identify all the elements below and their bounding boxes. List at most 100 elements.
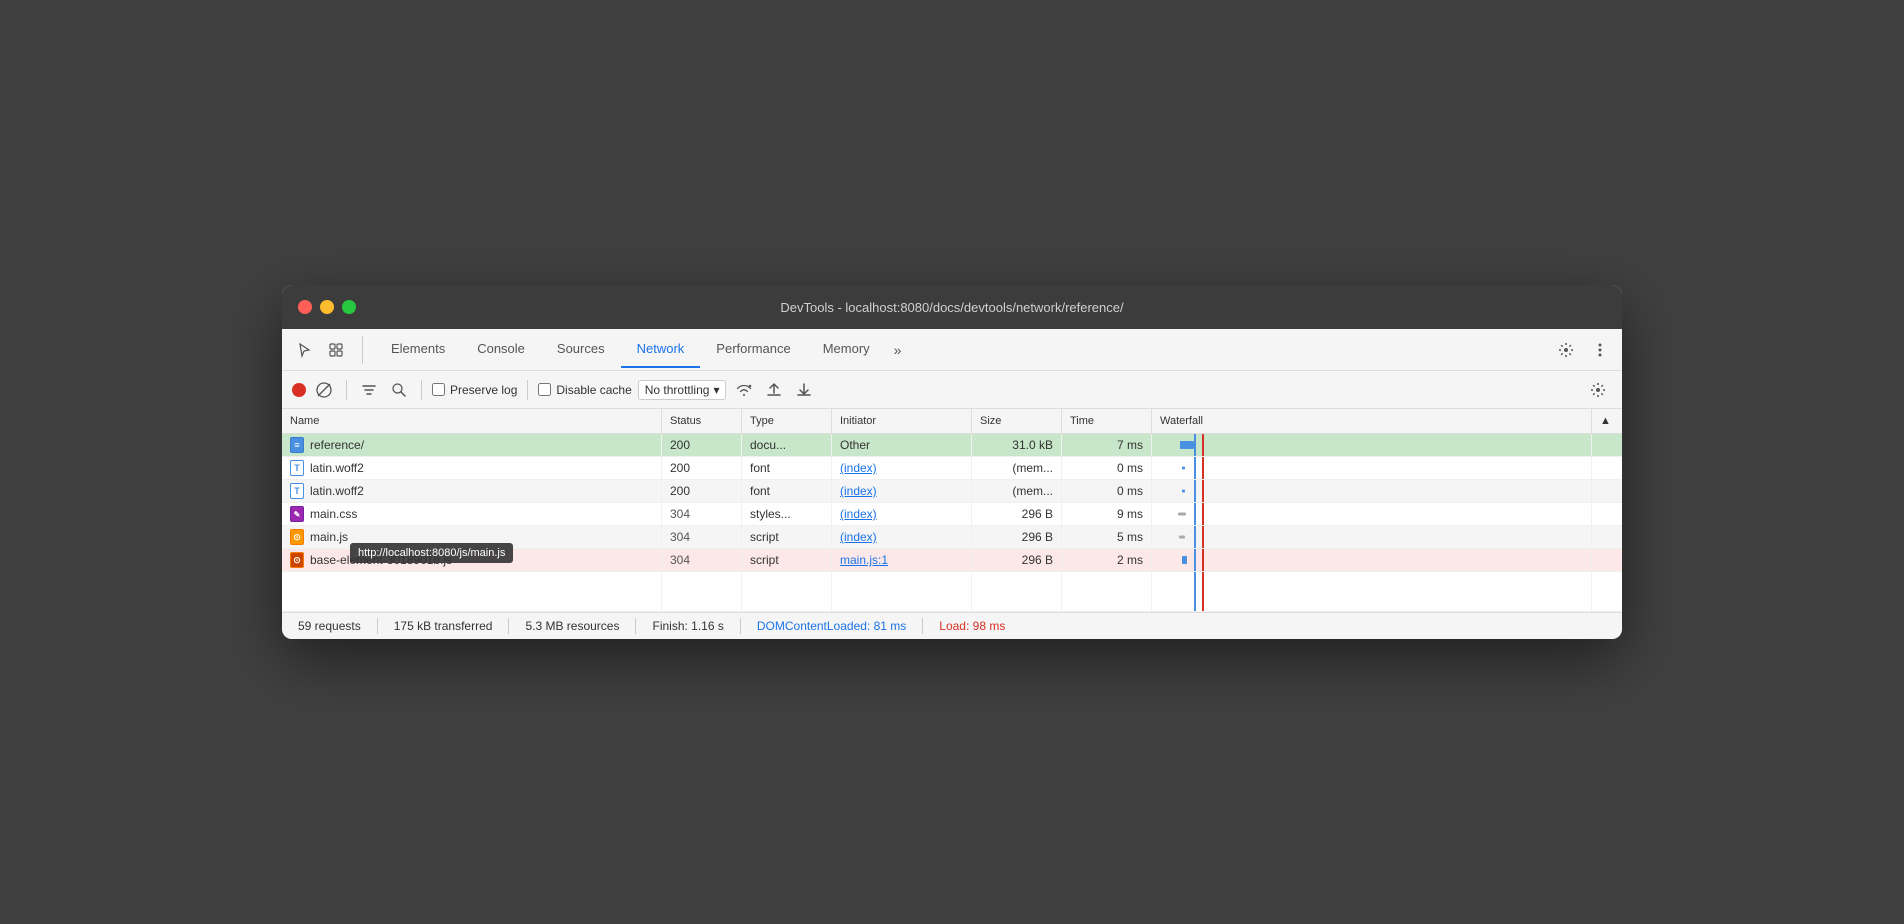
row-size: (mem...	[972, 457, 1062, 479]
tab-performance[interactable]: Performance	[700, 331, 806, 368]
tab-bar: Elements Console Sources Network Perform…	[282, 329, 1622, 371]
empty-cell	[832, 572, 972, 611]
transferred-size: 175 kB transferred	[394, 619, 493, 633]
row-initiator[interactable]: (index)	[832, 457, 972, 479]
tab-sources[interactable]: Sources	[541, 331, 621, 368]
table-header: Name Status Type Initiator Size Time Wat…	[282, 409, 1622, 434]
row-time: 0 ms	[1062, 480, 1152, 502]
col-sort[interactable]: ▲	[1592, 409, 1622, 433]
tab-network[interactable]: Network	[621, 331, 701, 368]
col-size[interactable]: Size	[972, 409, 1062, 433]
col-waterfall[interactable]: Waterfall	[1152, 409, 1592, 433]
waterfall-bar	[1182, 490, 1185, 493]
row-status: 304	[662, 526, 742, 548]
row-size: 296 B	[972, 549, 1062, 571]
cursor-icon[interactable]	[290, 336, 318, 364]
table-row[interactable]: ⊙ main.js http://localhost:8080/js/main.…	[282, 526, 1622, 549]
inspect-icon[interactable]	[322, 336, 350, 364]
download-icon[interactable]	[792, 378, 816, 402]
title-bar: DevTools - localhost:8080/docs/devtools/…	[282, 285, 1622, 329]
waterfall-vline-blue	[1194, 480, 1196, 502]
throttle-select[interactable]: No throttling ▾	[638, 380, 727, 400]
row-size: 296 B	[972, 526, 1062, 548]
table-row[interactable]: T latin.woff2 200 font (index) (mem... 0…	[282, 457, 1622, 480]
tool-icons	[290, 336, 363, 364]
col-time[interactable]: Time	[1062, 409, 1152, 433]
tab-memory[interactable]: Memory	[807, 331, 886, 368]
search-icon[interactable]	[387, 378, 411, 402]
waterfall-vline-red	[1202, 503, 1204, 525]
status-sep	[922, 618, 923, 634]
status-sep	[377, 618, 378, 634]
table-row[interactable]: ⊙ base-element-3018901b.js 304 script ma…	[282, 549, 1622, 572]
row-type: docu...	[742, 434, 832, 456]
network-settings-icon[interactable]	[1584, 376, 1612, 404]
waterfall-vline-blue	[1194, 434, 1196, 456]
waterfall-vline-red	[1202, 549, 1204, 571]
waterfall-bar	[1179, 536, 1185, 539]
traffic-lights	[298, 300, 356, 314]
table-row[interactable]: ✎ main.css 304 styles... (index) 296 B 9…	[282, 503, 1622, 526]
more-options-icon[interactable]	[1586, 336, 1614, 364]
row-status: 200	[662, 457, 742, 479]
row-extra	[1592, 457, 1622, 479]
empty-cell	[282, 572, 662, 611]
row-extra	[1592, 526, 1622, 548]
tabs: Elements Console Sources Network Perform…	[375, 331, 1552, 368]
table-row[interactable]: ≡ reference/ 200 docu... Other 31.0 kB 7…	[282, 434, 1622, 457]
close-button[interactable]	[298, 300, 312, 314]
name-wrapper: ⊙ main.js http://localhost:8080/js/main.…	[290, 529, 653, 545]
row-status: 200	[662, 480, 742, 502]
disable-cache-checkbox[interactable]: Disable cache	[538, 383, 631, 397]
settings-icon[interactable]	[1552, 336, 1580, 364]
more-tabs-button[interactable]: »	[886, 332, 910, 368]
tab-console[interactable]: Console	[461, 331, 541, 368]
row-extra	[1592, 434, 1622, 456]
empty-cell	[1062, 572, 1152, 611]
wifi-icon[interactable]	[732, 378, 756, 402]
load-time: Load: 98 ms	[939, 619, 1005, 633]
empty-waterfall	[1152, 572, 1592, 611]
preserve-log-checkbox[interactable]: Preserve log	[432, 383, 517, 397]
row-size: (mem...	[972, 480, 1062, 502]
table-row-empty	[282, 572, 1622, 612]
col-status[interactable]: Status	[662, 409, 742, 433]
filter-icon[interactable]	[357, 378, 381, 402]
upload-icon[interactable]	[762, 378, 786, 402]
font-icon: T	[290, 460, 304, 476]
status-sep	[635, 618, 636, 634]
finish-time: Finish: 1.16 s	[652, 619, 723, 633]
row-initiator[interactable]: (index)	[832, 503, 972, 525]
row-size: 296 B	[972, 503, 1062, 525]
css-icon: ✎	[290, 506, 304, 522]
toolbar-separator-1	[346, 380, 347, 400]
waterfall-vline-blue	[1194, 503, 1196, 525]
empty-cell	[1592, 572, 1622, 611]
waterfall-vline-blue	[1194, 526, 1196, 548]
tab-elements[interactable]: Elements	[375, 331, 461, 368]
devtools-window: DevTools - localhost:8080/docs/devtools/…	[282, 285, 1622, 639]
row-status: 304	[662, 503, 742, 525]
font-icon: T	[290, 483, 304, 499]
row-time: 0 ms	[1062, 457, 1152, 479]
col-type[interactable]: Type	[742, 409, 832, 433]
row-name: ✎ main.css	[282, 503, 662, 525]
requests-count: 59 requests	[298, 619, 361, 633]
row-type: styles...	[742, 503, 832, 525]
record-button[interactable]	[292, 383, 306, 397]
col-name[interactable]: Name	[282, 409, 662, 433]
row-extra	[1592, 549, 1622, 571]
row-initiator[interactable]: (index)	[832, 480, 972, 502]
row-initiator[interactable]: main.js:1	[832, 549, 972, 571]
minimize-button[interactable]	[320, 300, 334, 314]
col-initiator[interactable]: Initiator	[832, 409, 972, 433]
js-icon: ⊙	[290, 529, 304, 545]
toolbar-separator-3	[527, 380, 528, 400]
maximize-button[interactable]	[342, 300, 356, 314]
table-row[interactable]: T latin.woff2 200 font (index) (mem... 0…	[282, 480, 1622, 503]
waterfall-vline-red	[1202, 480, 1204, 502]
row-initiator[interactable]: (index)	[832, 526, 972, 548]
clear-icon[interactable]	[312, 378, 336, 402]
row-time: 9 ms	[1062, 503, 1152, 525]
empty-cell	[972, 572, 1062, 611]
